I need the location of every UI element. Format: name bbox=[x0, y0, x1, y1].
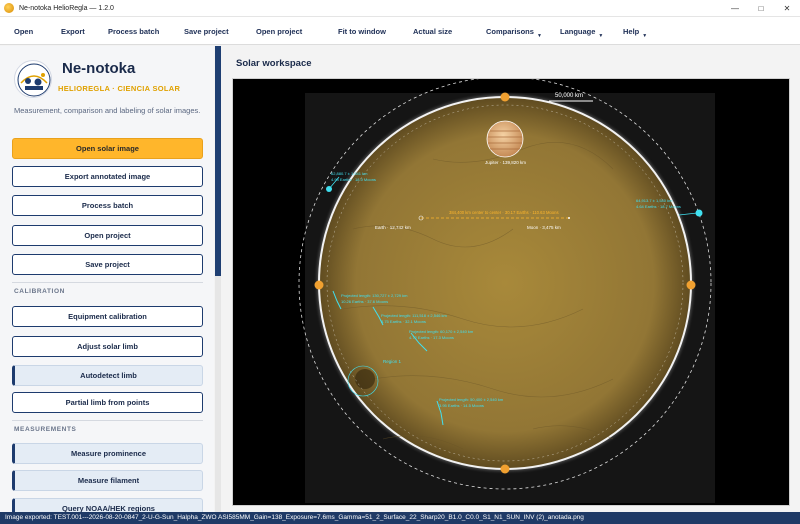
menu-save-project[interactable]: Save project bbox=[184, 27, 229, 36]
calibration-heading: CALIBRATION bbox=[14, 288, 65, 295]
menu-fit-to-window[interactable]: Fit to window bbox=[338, 27, 386, 36]
earth-moon-distance-label: 384,400 km center to center · 30.17 Eart… bbox=[449, 210, 559, 215]
menu-comparisons[interactable]: Comparisons ▼ bbox=[486, 27, 542, 39]
filament-3-label-2: 4.72 Earths · 17.3 Moons bbox=[409, 335, 454, 340]
moon-comparison-marker[interactable] bbox=[568, 217, 570, 219]
moon-label: Moon · 3,475 km bbox=[527, 225, 561, 230]
open-solar-image-button[interactable]: Open solar image bbox=[12, 138, 203, 159]
process-batch-button[interactable]: Process batch bbox=[12, 195, 203, 216]
adjust-solar-limb-button[interactable]: Adjust solar limb bbox=[12, 336, 203, 357]
menu-help[interactable]: Help ▼ bbox=[623, 27, 648, 39]
menu-process-batch[interactable]: Process batch bbox=[108, 27, 159, 36]
menubar: Open Export Process batch Save project O… bbox=[0, 17, 800, 45]
jupiter-comparison-disc[interactable] bbox=[486, 120, 524, 158]
status-bar: Image exported: TEST.001---2026-08-20-08… bbox=[0, 512, 800, 524]
filament-2-label-2: 8.75 Earths · 32.1 Moons bbox=[381, 319, 426, 324]
brand-logo bbox=[14, 60, 52, 98]
menu-open[interactable]: Open bbox=[14, 27, 33, 36]
measurements-heading: MEASUREMENTS bbox=[14, 426, 77, 433]
menu-export[interactable]: Export bbox=[61, 27, 85, 36]
filament-1-label-2: 10.26 Earths · 37.6 Moons bbox=[341, 299, 388, 304]
limb-handle-left[interactable] bbox=[314, 280, 324, 290]
solar-canvas[interactable]: 50,000 km Jupiter · 139,820 km 384,400 k… bbox=[232, 76, 790, 506]
filament-3-label-1: Projected length: 60,170 ± 2,540 km bbox=[409, 329, 474, 334]
chevron-down-icon: ▼ bbox=[642, 33, 648, 39]
minimize-icon[interactable]: — bbox=[722, 0, 748, 17]
scrollbar-thumb[interactable] bbox=[215, 46, 221, 276]
brand-name: Ne-notoka bbox=[62, 60, 136, 77]
chevron-down-icon: ▼ bbox=[598, 33, 604, 39]
section-divider bbox=[12, 420, 203, 421]
prominence-left-handle[interactable] bbox=[326, 186, 332, 192]
window-titlebar: Ne-notoka HelioRegla — 1.2.0 — □ ✕ bbox=[0, 0, 800, 17]
equipment-calibration-button[interactable]: Equipment calibration bbox=[12, 306, 203, 327]
sidebar-scrollbar[interactable] bbox=[215, 46, 221, 512]
app-icon bbox=[4, 3, 14, 13]
sun-logo-icon bbox=[17, 63, 51, 97]
query-noaa-button[interactable]: Query NOAA/HEK regions bbox=[12, 498, 203, 512]
jupiter-label: Jupiter · 139,820 km bbox=[485, 160, 526, 165]
window-title: Ne-notoka HelioRegla — 1.2.0 bbox=[19, 4, 114, 12]
prominence-right-label-1: 64,913.7 ± 1,540 km bbox=[636, 198, 673, 203]
measure-filament-button[interactable]: Measure filament bbox=[12, 470, 203, 491]
open-project-button[interactable]: Open project bbox=[12, 225, 203, 246]
prominence-left-label-2: 4.93 Earths · 18.0 Moons bbox=[331, 177, 376, 182]
export-annotated-image-button[interactable]: Export annotated image bbox=[12, 166, 203, 187]
close-icon[interactable]: ✕ bbox=[774, 0, 800, 17]
save-project-button[interactable]: Save project bbox=[12, 254, 203, 275]
solar-image[interactable]: 50,000 km Jupiter · 139,820 km 384,400 k… bbox=[233, 76, 789, 505]
menu-open-project[interactable]: Open project bbox=[256, 27, 302, 36]
partial-limb-button[interactable]: Partial limb from points bbox=[12, 392, 203, 413]
filament-2-label-1: Projected length: 111,518 ± 2,546 km bbox=[381, 313, 448, 318]
region-1-label: Region 1 bbox=[383, 359, 402, 364]
menu-actual-size[interactable]: Actual size bbox=[413, 27, 452, 36]
chevron-down-icon: ▼ bbox=[536, 33, 542, 39]
filament-1-label-1: Projected length: 130,727 ± 2,729 km bbox=[341, 293, 408, 298]
prominence-right-handle[interactable] bbox=[695, 209, 703, 217]
earth-label: Earth · 12,742 km bbox=[375, 225, 411, 230]
maximize-icon[interactable]: □ bbox=[748, 0, 774, 17]
menu-language[interactable]: Language ▼ bbox=[560, 27, 604, 39]
scale-label: 50,000 km bbox=[555, 93, 583, 99]
sunspot-region bbox=[355, 369, 375, 389]
limb-handle-bottom[interactable] bbox=[500, 464, 510, 474]
prominence-left-label-1: 62,880.7 ± 1,541 km bbox=[331, 171, 368, 176]
limb-handle-right[interactable] bbox=[686, 280, 696, 290]
autodetect-limb-button[interactable]: Autodetect limb bbox=[12, 365, 203, 386]
section-divider bbox=[12, 282, 203, 283]
prominence-right-label-2: 4.64 Earths · 18.7 Moons bbox=[636, 204, 681, 209]
sidebar: Ne-notoka HELIOREGLA · CIENCIA SOLAR Mea… bbox=[0, 46, 214, 512]
limb-handle-top[interactable] bbox=[500, 92, 510, 102]
filament-4-label-1: Projected length: 50,400 ± 2,540 km bbox=[439, 397, 504, 402]
app-description: Measurement, comparison and labeling of … bbox=[14, 106, 201, 115]
workspace-title: Solar workspace bbox=[236, 58, 312, 69]
measure-prominence-button[interactable]: Measure prominence bbox=[12, 443, 203, 464]
brand-subtitle: HELIOREGLA · CIENCIA SOLAR bbox=[58, 84, 181, 93]
filament-4-label-2: 3.95 Earths · 14.5 Moons bbox=[439, 403, 484, 408]
